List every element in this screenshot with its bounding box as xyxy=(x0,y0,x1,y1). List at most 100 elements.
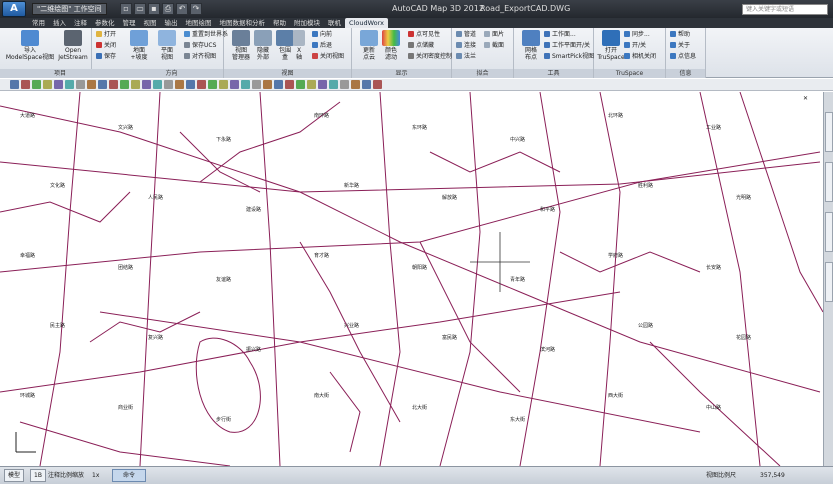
road-line[interactable] xyxy=(379,92,401,466)
save-icon[interactable]: ▪ xyxy=(148,3,160,15)
ribbon-tab[interactable]: 参数化 xyxy=(91,18,119,28)
road-line[interactable] xyxy=(259,92,281,466)
toolbar-tool-icon[interactable] xyxy=(142,80,151,89)
toolbar-tool-icon[interactable] xyxy=(197,80,206,89)
road-line[interactable] xyxy=(0,105,821,393)
on-off-button[interactable]: 开/关 xyxy=(624,42,646,50)
toolbar-tool-icon[interactable] xyxy=(76,80,85,89)
import-modelspace-button[interactable]: 导入 ModelSpace视图 xyxy=(2,30,58,61)
ribbon-tab[interactable]: 地图数据和分析 xyxy=(216,18,270,28)
ribbon-tab[interactable]: 地图绘图 xyxy=(182,18,216,28)
road-line[interactable] xyxy=(599,92,621,466)
patch-button[interactable]: 面片 xyxy=(484,31,504,39)
toolbar-tool-icon[interactable] xyxy=(98,80,107,89)
toolbar-tool-icon[interactable] xyxy=(120,80,129,89)
ribbon-tab[interactable]: 注释 xyxy=(70,18,91,28)
redo-icon[interactable]: ↷ xyxy=(190,3,202,15)
open-icon[interactable]: ▭ xyxy=(134,3,146,15)
road-line[interactable] xyxy=(739,92,823,313)
toolbar-tool-icon[interactable] xyxy=(219,80,228,89)
search-input[interactable]: 键入关键字或短语 xyxy=(742,4,828,15)
work-plane-toggle-button[interactable]: 工作平面开/关 xyxy=(544,42,590,50)
close-view-button[interactable]: 关闭视图 xyxy=(312,53,344,61)
road-line[interactable] xyxy=(429,151,561,173)
scale-value[interactable]: 357,549 xyxy=(760,471,785,480)
road-line[interactable] xyxy=(89,311,201,343)
drawing-canvas[interactable]: 大道路 文兴路 下永路 南环路 东环路 中兴路 北环路 工业路 文化路 人民路 建设路 新华路 解放路和… xyxy=(0,92,823,466)
road-line[interactable] xyxy=(519,92,561,466)
open-button[interactable]: 打开 xyxy=(96,31,116,39)
point-info-button[interactable]: 点信息 xyxy=(670,53,696,61)
application-menu-button[interactable]: A xyxy=(2,1,26,17)
help-button[interactable]: 帮助 xyxy=(670,31,690,39)
toolbar-tool-icon[interactable] xyxy=(109,80,118,89)
toolbar-tool-icon[interactable] xyxy=(230,80,239,89)
flange-button[interactable]: 法兰 xyxy=(456,53,476,61)
align-view-button[interactable]: 对齐视图 xyxy=(184,53,216,61)
ribbon-tab[interactable]: CloudWorx xyxy=(345,18,388,28)
toolbar-tool-icon[interactable] xyxy=(274,80,283,89)
open-truspace-button[interactable]: 打开 TruSpace xyxy=(594,30,628,61)
road-line[interactable] xyxy=(139,92,161,466)
road-line[interactable] xyxy=(559,251,701,273)
toolbar-tool-icon[interactable] xyxy=(10,80,19,89)
palette-tab-1[interactable] xyxy=(825,112,833,152)
work-plane-button[interactable]: 工作面... xyxy=(544,31,576,39)
toolbar-tool-icon[interactable] xyxy=(373,80,382,89)
toolbar-tool-icon[interactable] xyxy=(296,80,305,89)
toolbar-tool-icon[interactable] xyxy=(43,80,52,89)
palette-tab-4[interactable] xyxy=(825,262,833,302)
smartpick-button[interactable]: SmartPick视图 xyxy=(544,53,594,61)
annotation-scale[interactable]: 注释比例缩放 xyxy=(48,471,84,480)
road-line[interactable] xyxy=(0,151,821,273)
save-ucs-button[interactable]: 保存UCS xyxy=(184,42,216,50)
plot-icon[interactable]: ⎙ xyxy=(162,3,174,15)
coord-unit[interactable]: 1x xyxy=(92,471,99,480)
sync-button[interactable]: 同步... xyxy=(624,31,650,39)
toolbar-tool-icon[interactable] xyxy=(153,80,162,89)
road-line[interactable] xyxy=(439,92,481,466)
toolbar-tool-icon[interactable] xyxy=(362,80,371,89)
ribbon-tab[interactable]: 视图 xyxy=(140,18,161,28)
toolbar-tool-icon[interactable] xyxy=(241,80,250,89)
x-axis-button[interactable]: X 轴 xyxy=(288,30,310,61)
viewport-close-icon[interactable]: ✕ xyxy=(803,95,808,102)
ribbon-tab[interactable]: 插入 xyxy=(49,18,70,28)
color-map-button[interactable]: 颜色 滤动 xyxy=(374,30,408,61)
toolbar-tool-icon[interactable] xyxy=(21,80,30,89)
toolbar-tool-icon[interactable] xyxy=(351,80,360,89)
undo-icon[interactable]: ↶ xyxy=(176,3,188,15)
connect-button[interactable]: 连接 xyxy=(456,42,476,50)
new-icon[interactable]: ▫ xyxy=(120,3,132,15)
ribbon-tab[interactable]: 管理 xyxy=(119,18,140,28)
point-storage-button[interactable]: 点储藏 xyxy=(408,42,434,50)
save-button[interactable]: 保存 xyxy=(96,53,116,61)
ribbon-tab[interactable]: 联机 xyxy=(324,18,345,28)
plane-view-button[interactable]: 平面 视图 xyxy=(150,30,184,61)
toolbar-tool-icon[interactable] xyxy=(340,80,349,89)
model-tab[interactable]: 模型 xyxy=(4,469,25,482)
toolbar-tool-icon[interactable] xyxy=(318,80,327,89)
about-button[interactable]: 关于 xyxy=(670,42,690,50)
toolbar-tool-icon[interactable] xyxy=(329,80,338,89)
road-line[interactable] xyxy=(0,291,621,393)
toolbar-tool-icon[interactable] xyxy=(131,80,140,89)
toolbar-tool-icon[interactable] xyxy=(186,80,195,89)
ribbon-tab[interactable]: 常用 xyxy=(28,18,49,28)
back-button[interactable]: 后退 xyxy=(312,42,332,50)
ribbon-tab[interactable]: 附加模块 xyxy=(290,18,324,28)
close-density-button[interactable]: 关闭密度控制 xyxy=(408,53,452,61)
road-line[interactable] xyxy=(19,421,231,466)
toolbar-tool-icon[interactable] xyxy=(263,80,272,89)
toolbar-tool-icon[interactable] xyxy=(252,80,261,89)
camera-off-button[interactable]: 相机关闭 xyxy=(624,53,656,61)
section-button[interactable]: 截面 xyxy=(484,42,504,50)
reset-world-button[interactable]: 重置到世界系 xyxy=(184,31,228,39)
forward-button[interactable]: 向前 xyxy=(312,31,332,39)
toolbar-tool-icon[interactable] xyxy=(87,80,96,89)
ribbon-tab[interactable]: 输出 xyxy=(161,18,182,28)
road-line[interactable] xyxy=(0,161,821,193)
road-line[interactable] xyxy=(329,371,361,453)
road-line[interactable] xyxy=(0,191,131,223)
toolbar-tool-icon[interactable] xyxy=(32,80,41,89)
